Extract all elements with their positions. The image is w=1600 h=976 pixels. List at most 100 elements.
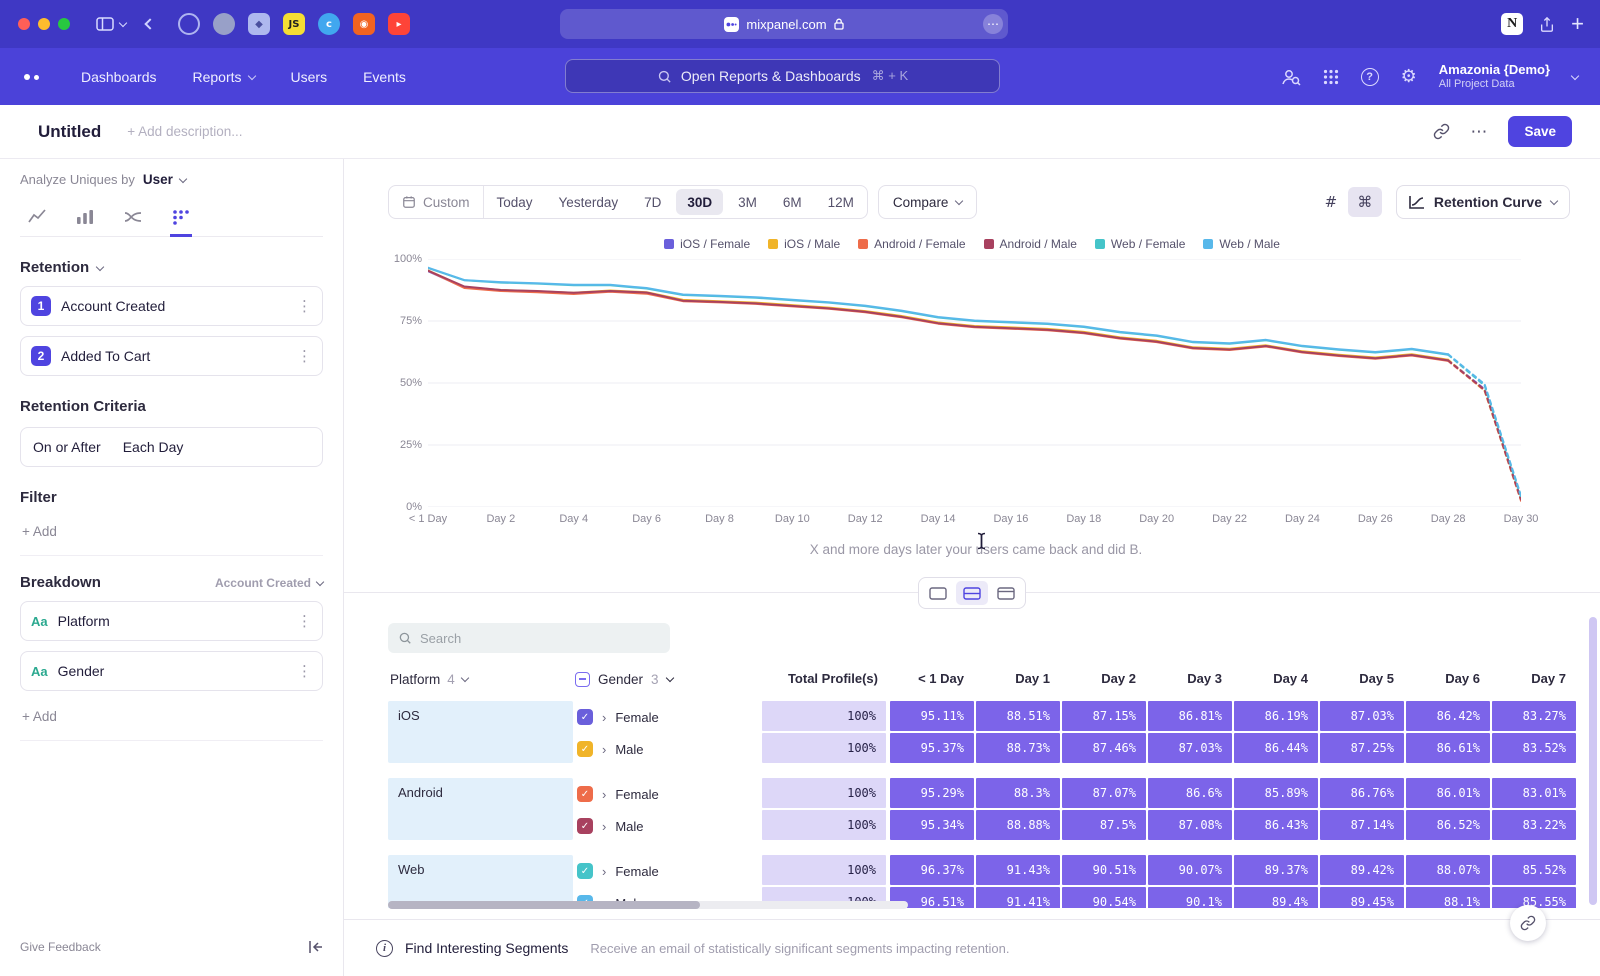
legend-item[interactable]: iOS / Male [768, 237, 840, 251]
user-lookup-icon[interactable] [1281, 68, 1301, 86]
checkbox-checked-icon[interactable]: ✓ [577, 741, 593, 757]
date-range-30d[interactable]: 30D [676, 189, 723, 215]
nav-item-dashboards[interactable]: Dashboards [81, 69, 157, 85]
split-view-button[interactable] [956, 581, 988, 605]
retention-value-cell[interactable]: 86.01% [1406, 778, 1490, 808]
retention-value-cell[interactable]: 86.76% [1320, 778, 1404, 808]
back-button[interactable] [146, 15, 154, 33]
notion-extension-icon[interactable]: N [1501, 13, 1523, 35]
browser-extension-icon[interactable] [178, 13, 200, 35]
retention-value-cell[interactable]: 86.43% [1234, 810, 1318, 840]
retention-value-cell[interactable]: 88.1% [1406, 887, 1490, 908]
kebab-menu-icon[interactable]: ⋮ [297, 347, 312, 365]
chart-values-toggle-button[interactable]: # [1314, 187, 1348, 217]
column-header[interactable]: Day 5 [1318, 663, 1404, 695]
retention-value-cell[interactable]: 86.6% [1148, 778, 1232, 808]
retention-value-cell[interactable]: 90.1% [1148, 887, 1232, 908]
date-range-12m[interactable]: 12M [815, 186, 867, 218]
table-search-box[interactable] [388, 623, 670, 653]
minimize-window-button[interactable] [38, 18, 50, 30]
retention-value-cell[interactable]: 88.3% [976, 778, 1060, 808]
retention-value-cell[interactable]: 88.73% [976, 733, 1060, 763]
retention-value-cell[interactable]: 90.51% [1062, 855, 1146, 885]
chart-type-dropdown[interactable]: Retention Curve [1396, 185, 1570, 219]
legend-item[interactable]: Android / Male [984, 237, 1077, 251]
more-options-icon[interactable]: ⋯ [1470, 122, 1488, 142]
retention-value-cell[interactable]: 85.89% [1234, 778, 1318, 808]
chevron-expand-icon[interactable]: › [602, 710, 606, 725]
retention-value-cell[interactable]: 90.07% [1148, 855, 1232, 885]
column-header[interactable]: Total Profile(s) [762, 663, 888, 695]
platform-column-header[interactable]: Platform 4 [388, 672, 575, 687]
retention-value-cell[interactable]: 87.25% [1320, 733, 1404, 763]
global-search-button[interactable]: Open Reports & Dashboards ⌘ + K [565, 59, 1000, 93]
column-header[interactable]: Day 2 [1060, 663, 1146, 695]
share-link-fab[interactable] [1510, 905, 1546, 941]
retention-value-cell[interactable]: 89.4% [1234, 887, 1318, 908]
collapse-sidebar-icon[interactable] [307, 940, 323, 954]
nav-item-users[interactable]: Users [291, 69, 328, 85]
retention-value-cell[interactable]: 95.34% [890, 810, 974, 840]
retention-value-cell[interactable]: 88.88% [976, 810, 1060, 840]
column-header[interactable]: Day 7 [1490, 663, 1576, 695]
apps-grid-icon[interactable] [1323, 69, 1339, 85]
nav-item-events[interactable]: Events [363, 69, 406, 85]
retention-value-cell[interactable]: 96.37% [890, 855, 974, 885]
browser-sidebar-icon[interactable] [96, 17, 114, 31]
kebab-menu-icon[interactable]: ⋮ [297, 612, 312, 630]
date-range-7d[interactable]: 7D [631, 186, 674, 218]
gender-cell[interactable]: ✓›Female [575, 701, 762, 733]
report-title[interactable]: Untitled [38, 122, 101, 142]
retention-value-cell[interactable]: 87.5% [1062, 810, 1146, 840]
browser-extension-icon[interactable]: ◉ [353, 13, 375, 35]
retention-value-cell[interactable]: 86.19% [1234, 701, 1318, 731]
retention-value-cell[interactable]: 85.52% [1492, 855, 1576, 885]
breakdown-card[interactable]: AaGender⋮ [20, 651, 323, 691]
give-feedback-link[interactable]: Give Feedback [20, 940, 101, 954]
retention-value-cell[interactable]: 87.08% [1148, 810, 1232, 840]
retention-value-cell[interactable]: 88.51% [976, 701, 1060, 731]
retention-value-cell[interactable]: 83.27% [1492, 701, 1576, 731]
criteria-interval-dropdown[interactable]: Each Day [123, 439, 184, 455]
tab-flows[interactable] [122, 199, 144, 237]
retention-step-card[interactable]: 1Account Created⋮ [20, 286, 323, 326]
chart-shortcut-toggle-button[interactable]: ⌘ [1348, 187, 1382, 217]
retention-value-cell[interactable]: 89.45% [1320, 887, 1404, 908]
browser-extension-icon[interactable] [213, 13, 235, 35]
retention-value-cell[interactable]: 95.29% [890, 778, 974, 808]
nav-item-reports[interactable]: Reports [193, 69, 255, 85]
chevron-expand-icon[interactable]: › [602, 742, 606, 757]
retention-line-chart[interactable] [428, 259, 1521, 507]
checkbox-checked-icon[interactable]: ✓ [577, 818, 593, 834]
retention-value-cell[interactable]: 90.54% [1062, 887, 1146, 908]
browser-extension-icon[interactable]: c [318, 13, 340, 35]
retention-value-cell[interactable]: 89.42% [1320, 855, 1404, 885]
retention-value-cell[interactable]: 86.42% [1406, 701, 1490, 731]
platform-cell[interactable]: iOS [388, 701, 573, 763]
column-header[interactable]: Day 6 [1404, 663, 1490, 695]
chevron-expand-icon[interactable]: › [602, 864, 606, 879]
gender-column-header[interactable]: Gender 3 [575, 672, 762, 687]
retention-value-cell[interactable]: 87.03% [1320, 701, 1404, 731]
address-bar[interactable]: mixpanel.com ⋯ [560, 9, 1008, 39]
breakdown-card[interactable]: AaPlatform⋮ [20, 601, 323, 641]
breakdown-context-dropdown[interactable]: Account Created [215, 576, 323, 590]
tab-insights[interactable] [26, 199, 48, 237]
help-icon[interactable]: ? [1361, 68, 1379, 86]
kebab-menu-icon[interactable]: ⋮ [297, 297, 312, 315]
legend-item[interactable]: Android / Female [858, 237, 965, 251]
site-options-icon[interactable]: ⋯ [983, 14, 1003, 34]
mixpanel-logo[interactable] [24, 74, 39, 80]
add-filter-button[interactable]: + Add [20, 524, 323, 539]
retention-value-cell[interactable]: 95.37% [890, 733, 974, 763]
chevron-expand-icon[interactable]: › [602, 787, 606, 802]
date-range-custom[interactable]: Custom [389, 186, 484, 218]
scrollbar-thumb[interactable] [388, 901, 700, 909]
table-search-input[interactable] [420, 631, 640, 646]
retention-value-cell[interactable]: 83.52% [1492, 733, 1576, 763]
retention-value-cell[interactable]: 87.03% [1148, 733, 1232, 763]
column-header[interactable]: < 1 Day [888, 663, 974, 695]
save-button[interactable]: Save [1508, 116, 1572, 147]
retention-step-card[interactable]: 2Added To Cart⋮ [20, 336, 323, 376]
retention-section-header[interactable]: Retention [20, 259, 323, 276]
